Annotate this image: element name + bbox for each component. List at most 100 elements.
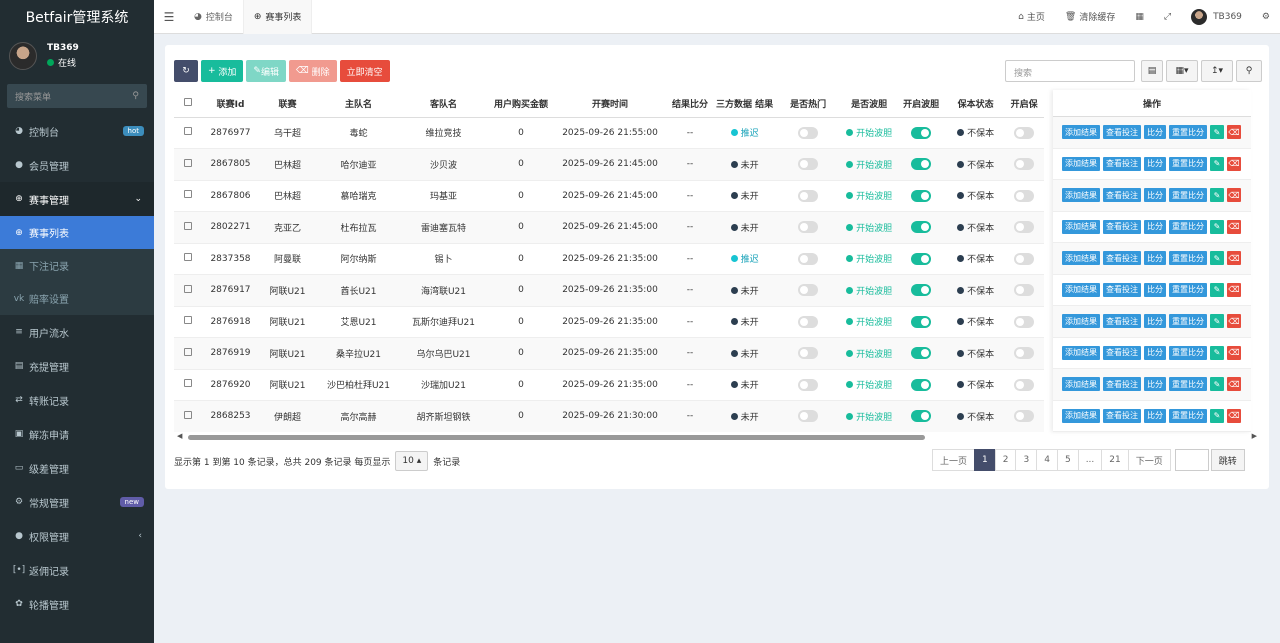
open-bodan-toggle[interactable] [911, 284, 932, 297]
sidebar-item-transfer[interactable]: ⇄ 转账记录 [0, 383, 154, 417]
hot-toggle[interactable] [798, 252, 819, 265]
reset-score-button[interactable]: 重置比分 [1169, 125, 1207, 140]
edit-row-icon[interactable]: ✎ [1210, 125, 1224, 140]
col-league[interactable]: 联赛 [259, 90, 316, 118]
reset-score-button[interactable]: 重置比分 [1169, 219, 1207, 234]
hot-toggle[interactable] [798, 126, 819, 139]
next-page-button[interactable]: 下一页 [1127, 449, 1171, 471]
open-bodan-toggle[interactable] [911, 221, 932, 234]
edit-row-icon[interactable]: ✎ [1210, 219, 1224, 234]
add-button[interactable]: + 添加 [201, 60, 244, 82]
open-bodan-toggle[interactable] [911, 126, 932, 139]
open-baoben-toggle[interactable] [1014, 189, 1035, 202]
sidebar-item-user-flow[interactable]: ≡ 用户流水 [0, 315, 154, 349]
table-row[interactable]: 2876918 阿联U21 艾恩U21 瓦斯尔迪拜U21 0 2025-09-26 21:… [174, 306, 1045, 338]
sidebar-item-odds-settings[interactable]: vk 赔率设置 [0, 282, 154, 315]
columns-button[interactable]: ▦▾ [1166, 60, 1198, 82]
table-row[interactable]: 2837358 阿曼联 阿尔纳斯 锡卜 0 2025-09-26 21:35:00 -- 推迟… [174, 243, 1045, 275]
view-bets-button[interactable]: 查看投注 [1103, 156, 1141, 171]
add-result-button[interactable]: 添加结果 [1062, 408, 1100, 423]
delete-row-icon[interactable]: ⌫ [1227, 282, 1241, 297]
row-checkbox[interactable] [184, 316, 192, 325]
edit-row-icon[interactable]: ✎ [1210, 251, 1224, 266]
col-baoben[interactable]: 保本状态 [947, 90, 1005, 118]
table-row[interactable]: 2876920 阿联U21 沙巴柏杜拜U21 沙瑞加U21 0 2025-09-26 21… [174, 369, 1045, 401]
reset-score-button[interactable]: 重置比分 [1169, 314, 1207, 329]
row-checkbox[interactable] [184, 190, 192, 199]
add-result-button[interactable]: 添加结果 [1062, 345, 1100, 360]
view-bets-button[interactable]: 查看投注 [1103, 125, 1141, 140]
tab-dashboard[interactable]: ◕ 控制台 [184, 0, 244, 34]
hot-toggle[interactable] [798, 410, 819, 423]
sidebar-item-bet-records[interactable]: ▦ 下注记录 [0, 249, 154, 282]
row-checkbox[interactable] [184, 347, 192, 356]
add-result-button[interactable]: 添加结果 [1062, 314, 1100, 329]
row-checkbox[interactable] [184, 221, 192, 230]
table-row[interactable]: 2867806 巴林超 慕哈瑞克 玛基亚 0 2025-09-26 21:45:00 -- 未… [174, 180, 1045, 212]
sidebar-item-deposit-withdraw[interactable]: ▤ 充提管理 [0, 349, 154, 383]
table-row[interactable]: 2867805 巴林超 哈尔迪亚 沙贝波 0 2025-09-26 21:45:00 -- 未… [174, 148, 1045, 181]
col-bodan[interactable]: 是否波胆 [843, 90, 896, 118]
delete-row-icon[interactable]: ⌫ [1227, 219, 1241, 234]
open-bodan-toggle[interactable] [911, 252, 932, 265]
add-result-button[interactable]: 添加结果 [1062, 377, 1100, 392]
sidebar-item-rebate[interactable]: [•] 返佣记录 [0, 553, 154, 587]
view-bets-button[interactable]: 查看投注 [1103, 282, 1141, 297]
clear-cache-link[interactable]: 🗑 清除缓存 [1055, 10, 1125, 24]
clear-now-button[interactable]: 立即清空 [339, 60, 390, 82]
col-open-bodan[interactable]: 开启波胆 [895, 90, 948, 118]
edit-row-icon[interactable]: ✎ [1210, 282, 1224, 297]
page-size-select[interactable]: 10 ▴ [395, 451, 429, 471]
row-checkbox[interactable] [184, 127, 192, 136]
page-button[interactable]: 2 [994, 449, 1017, 471]
col-amount[interactable]: 用户购买金额 [486, 90, 556, 118]
open-baoben-toggle[interactable] [1014, 315, 1035, 328]
delete-row-icon[interactable]: ⌫ [1227, 345, 1241, 360]
page-button[interactable]: 3 [1015, 449, 1038, 471]
view-bets-button[interactable]: 查看投注 [1103, 251, 1141, 266]
view-bets-button[interactable]: 查看投注 [1103, 377, 1141, 392]
col-third-party[interactable]: 三方数据 结果 [716, 90, 774, 118]
open-bodan-toggle[interactable] [911, 347, 932, 360]
score-button[interactable]: 比分 [1144, 156, 1166, 171]
hot-toggle[interactable] [798, 158, 819, 171]
open-baoben-toggle[interactable] [1014, 378, 1035, 391]
add-result-button[interactable]: 添加结果 [1062, 219, 1100, 234]
delete-row-icon[interactable]: ⌫ [1227, 188, 1241, 203]
row-checkbox[interactable] [184, 253, 192, 262]
tab-event-list[interactable]: ⊕ 赛事列表 [243, 0, 313, 34]
delete-button[interactable]: ⌫ 删除 [288, 60, 337, 82]
reset-score-button[interactable]: 重置比分 [1169, 156, 1207, 171]
hot-toggle[interactable] [798, 284, 819, 297]
reset-score-button[interactable]: 重置比分 [1169, 408, 1207, 423]
open-baoben-toggle[interactable] [1014, 158, 1035, 171]
open-bodan-toggle[interactable] [911, 189, 932, 202]
hot-toggle[interactable] [798, 315, 819, 328]
col-league-id[interactable]: 联赛Id [202, 90, 259, 118]
sidebar-item-unfreeze[interactable]: ▣ 解冻申请 [0, 417, 154, 451]
score-button[interactable]: 比分 [1144, 408, 1166, 423]
sidebar-search-input[interactable]: 搜索菜单 ⚲ [7, 84, 147, 108]
reset-score-button[interactable]: 重置比分 [1169, 377, 1207, 392]
open-bodan-toggle[interactable] [911, 315, 932, 328]
page-button[interactable]: 5 [1056, 449, 1079, 471]
score-button[interactable]: 比分 [1144, 314, 1166, 329]
reset-score-button[interactable]: 重置比分 [1169, 345, 1207, 360]
sidebar-item-members[interactable]: ● 会员管理 [0, 148, 154, 182]
table-row[interactable]: 2876977 乌干超 毒蛇 维拉竞技 0 2025-09-26 21:55:00 -- 推迟… [174, 117, 1045, 149]
delete-row-icon[interactable]: ⌫ [1227, 156, 1241, 171]
delete-row-icon[interactable]: ⌫ [1227, 377, 1241, 392]
sidebar-item-events[interactable]: ⊕ 赛事管理 ⌄ [0, 182, 154, 216]
page-button[interactable]: 1 [974, 449, 996, 471]
home-link[interactable]: ⌂ 主页 [1008, 10, 1055, 24]
table-row[interactable]: 2876919 阿联U21 桑辛拉U21 乌尔乌巴U21 0 2025-09-26 21:… [174, 337, 1045, 370]
delete-row-icon[interactable]: ⌫ [1227, 408, 1241, 423]
sidebar-item-general[interactable]: ⚙ 常规管理 new [0, 485, 154, 519]
sidebar-item-event-list[interactable]: ⊕ 赛事列表 [0, 216, 154, 249]
view-bets-button[interactable]: 查看投注 [1103, 408, 1141, 423]
row-checkbox[interactable] [184, 379, 192, 388]
sidebar-item-dashboard[interactable]: ◕ 控制台 hot [0, 114, 154, 148]
hot-toggle[interactable] [798, 221, 819, 234]
col-hot[interactable]: 是否热门 [773, 90, 844, 118]
edit-row-icon[interactable]: ✎ [1210, 188, 1224, 203]
